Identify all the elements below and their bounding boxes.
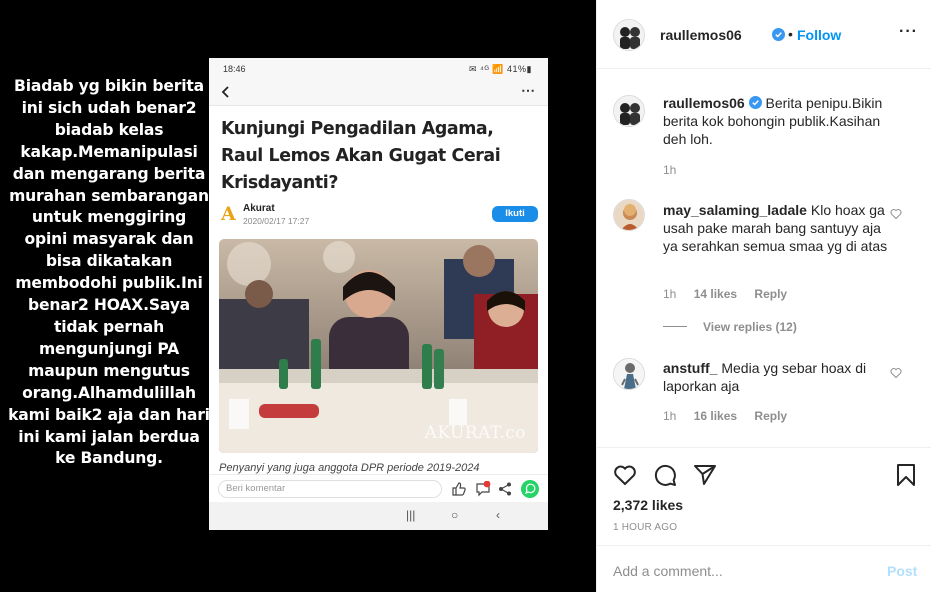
comment-time[interactable]: 1h <box>663 163 676 177</box>
list-item: anstuff_ Media yg sebar hoax di laporkan… <box>663 359 893 395</box>
event-photo-illustration <box>219 239 538 453</box>
share-icon <box>499 482 511 496</box>
thumbs-up-icon <box>452 482 466 496</box>
avatar[interactable] <box>613 358 645 390</box>
status-time: 18:46 <box>223 64 246 74</box>
comment-icon[interactable] <box>653 463 677 487</box>
share-direct-icon[interactable] <box>693 463 717 487</box>
likes-count[interactable]: 2,372 likes <box>613 497 683 513</box>
like-comment-heart-icon[interactable] <box>890 367 902 379</box>
comment-likes[interactable]: 14 likes <box>694 287 737 301</box>
status-icons: ✉ ⁴ᴳ 📶 41%▮ <box>468 64 532 74</box>
avatar[interactable] <box>613 19 645 51</box>
publish-date: 2020/02/17 17:27 <box>243 216 310 226</box>
reply-button[interactable]: Reply <box>754 287 787 301</box>
phone-comment-input: Beri komentar <box>218 480 442 498</box>
comment-time[interactable]: 1h <box>663 409 676 423</box>
phone-status-bar: 18:46 ✉ ⁴ᴳ 📶 41%▮ <box>209 58 548 80</box>
comment-meta: 1h 14 likes Reply <box>663 287 801 301</box>
post-timestamp[interactable]: 1 HOUR AGO <box>613 522 677 533</box>
post-author-username[interactable]: raullemos06 <box>660 27 742 43</box>
post-actions: 2,372 likes 1 HOUR AGO <box>597 447 931 547</box>
verified-badge-icon <box>748 96 762 109</box>
comment-username[interactable]: raullemos06 <box>663 95 745 111</box>
article-photo: AKURAT.co <box>219 239 538 453</box>
comment-bubble-icon <box>476 481 491 497</box>
phone-app-bar: ⋯ <box>209 80 548 106</box>
post-side-panel: raullemos06 • Follow ··· raullemos06 Ber… <box>596 0 931 592</box>
recents-icon: ||| <box>406 508 416 522</box>
whatsapp-icon <box>521 480 539 498</box>
comment-time[interactable]: 1h <box>663 287 676 301</box>
comments-list: raullemos06 Berita penipu.Bikin berita k… <box>597 70 931 445</box>
photo-watermark: AKURAT.co <box>424 423 526 443</box>
separator-dot: • <box>788 26 793 42</box>
back-arrow-icon <box>221 86 229 98</box>
phone-comment-bar: Beri komentar <box>209 474 548 502</box>
avatar[interactable] <box>613 199 645 231</box>
reply-button[interactable]: Reply <box>754 409 787 423</box>
save-bookmark-icon[interactable] <box>894 463 918 487</box>
back-icon: ‹ <box>496 508 500 522</box>
like-comment-heart-icon[interactable] <box>890 208 902 220</box>
post-header: raullemos06 • Follow ··· <box>597 0 931 69</box>
post-image[interactable]: Biadab yg bikin berita ini sich udah ben… <box>0 0 596 592</box>
more-options-icon: ⋯ <box>521 82 536 98</box>
follow-publisher-button: Ikuti <box>492 206 538 222</box>
comment-meta: 1h <box>663 163 690 177</box>
more-options-button[interactable]: ··· <box>899 23 918 41</box>
add-comment-input[interactable] <box>613 562 863 580</box>
post-comment-button[interactable]: Post <box>887 563 917 579</box>
divider <box>663 326 687 327</box>
publisher-name: Akurat <box>243 203 275 214</box>
comment-username[interactable]: anstuff_ <box>663 360 717 376</box>
article-title: Kunjungi Pengadilan Agama, Raul Lemos Ak… <box>221 119 501 193</box>
add-comment-bar: Post <box>597 545 931 592</box>
publisher-logo: A <box>221 203 236 225</box>
like-heart-icon[interactable] <box>613 463 637 487</box>
phone-nav-bar: ||| ○ ‹ <box>209 502 548 530</box>
list-item: may_salaming_ladale Klo hoax ga usah pak… <box>663 201 893 255</box>
caption-comment: raullemos06 Berita penipu.Bikin berita k… <box>663 94 893 148</box>
phone-screenshot: 18:46 ✉ ⁴ᴳ 📶 41%▮ ⋯ Kunjungi Pengadilan … <box>209 58 548 530</box>
comment-meta: 1h 16 likes Reply <box>663 409 801 423</box>
verified-badge-icon <box>772 28 785 41</box>
view-replies-button[interactable]: View replies (12) <box>703 320 797 334</box>
avatar[interactable] <box>613 95 645 127</box>
home-circle-icon: ○ <box>451 508 459 522</box>
follow-button[interactable]: Follow <box>797 27 841 43</box>
comment-username[interactable]: may_salaming_ladale <box>663 202 807 218</box>
comment-likes[interactable]: 16 likes <box>694 409 737 423</box>
overlay-caption: Biadab yg bikin berita ini sich udah ben… <box>8 77 210 468</box>
